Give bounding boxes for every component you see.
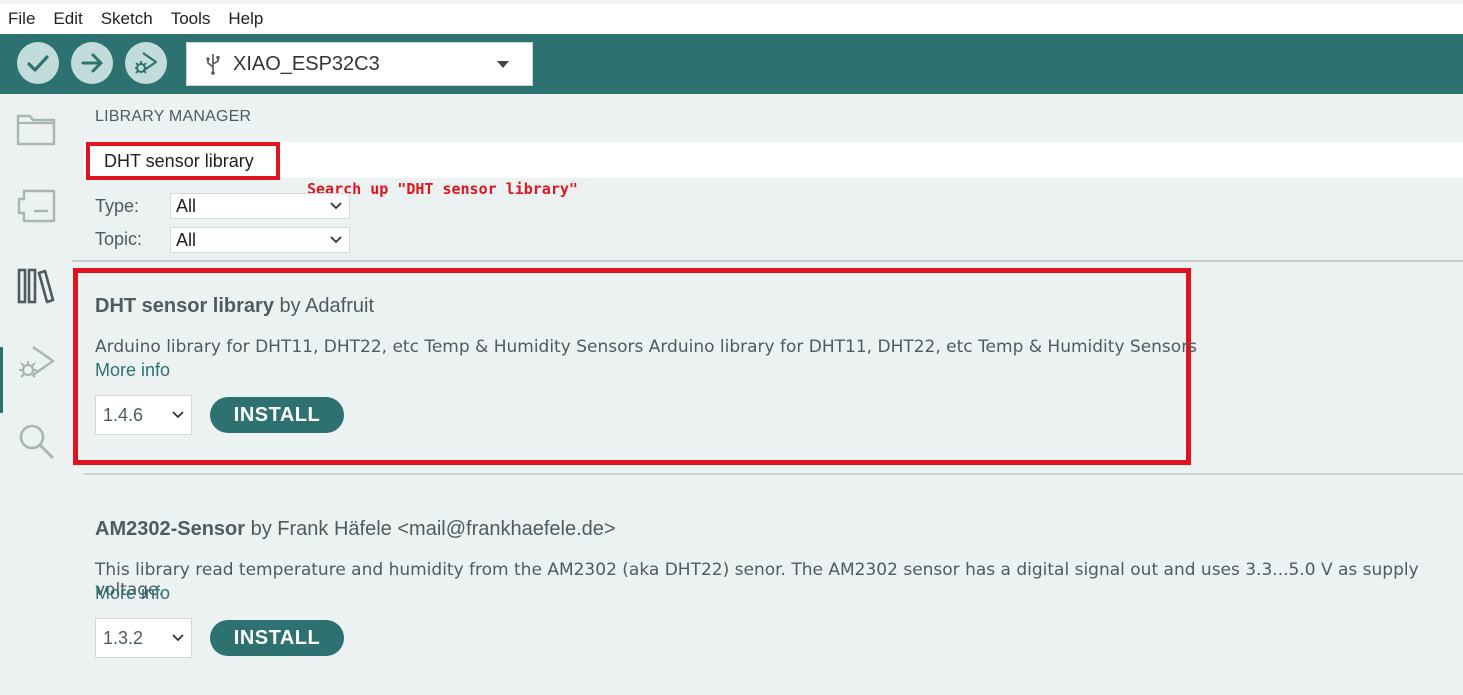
boards-manager-icon <box>17 189 56 223</box>
library-title: DHT sensor library by Adafruit <box>95 295 374 318</box>
library-author: by Adafruit <box>279 295 375 317</box>
sidebar-item-boards-manager[interactable] <box>14 184 58 228</box>
debug-icon <box>135 52 158 74</box>
folder-icon <box>16 114 56 146</box>
upload-button[interactable] <box>71 42 113 84</box>
verify-icon <box>27 55 49 72</box>
upload-icon <box>81 53 103 73</box>
version-value: 1.4.6 <box>103 405 144 425</box>
menu-sketch[interactable]: Sketch <box>92 5 162 33</box>
usb-icon <box>206 54 220 75</box>
sidebar-item-debug[interactable] <box>14 341 58 385</box>
sidebar-item-library-manager[interactable] <box>14 264 58 308</box>
version-select[interactable]: 1.4.6 <box>95 395 192 435</box>
menu-edit[interactable]: Edit <box>44 5 91 33</box>
sidebar-item-search[interactable] <box>14 419 58 463</box>
list-divider <box>72 260 1463 262</box>
library-author: by Frank Häfele <mail@frankhaefele.de> <box>250 518 616 540</box>
version-select[interactable]: 1.3.2 <box>95 618 192 658</box>
chevron-down-icon <box>330 202 342 210</box>
panel-title: LIBRARY MANAGER <box>95 108 252 125</box>
library-manager-panel: LIBRARY MANAGER DHT sensor library Searc… <box>72 94 1463 695</box>
chevron-down-icon <box>172 634 184 642</box>
toolbar: XIAO_ESP32C3 <box>0 34 1463 94</box>
board-name: XIAO_ESP32C3 <box>233 52 380 75</box>
debug-icon <box>19 346 55 378</box>
board-selector[interactable]: XIAO_ESP32C3 <box>186 42 533 86</box>
search-icon <box>19 424 54 459</box>
topic-filter-select[interactable]: All <box>170 227 350 253</box>
sidebar-active-indicator <box>0 347 3 413</box>
version-value: 1.3.2 <box>103 628 144 648</box>
library-description: Arduino library for DHT11, DHT22, etc Te… <box>95 337 1198 357</box>
search-bar <box>84 142 1463 178</box>
menu-tools[interactable]: Tools <box>162 5 220 33</box>
topic-filter-label: Topic: <box>95 229 143 249</box>
verify-button[interactable] <box>17 42 59 84</box>
library-description: This library read temperature and humidi… <box>95 560 1419 600</box>
sidebar <box>0 94 72 695</box>
sidebar-item-sketchbook[interactable] <box>14 107 58 151</box>
topic-filter-value: All <box>176 230 197 250</box>
search-input[interactable]: DHT sensor library <box>86 142 280 180</box>
menu-help[interactable]: Help <box>219 5 272 33</box>
type-filter-label: Type: <box>95 196 140 216</box>
type-filter-select[interactable]: All <box>170 193 350 219</box>
library-name: AM2302-Sensor <box>95 518 246 540</box>
install-button[interactable]: INSTALL <box>210 397 344 433</box>
menu-file[interactable]: File <box>0 5 44 33</box>
list-divider <box>84 473 1463 475</box>
chevron-down-icon <box>330 236 342 244</box>
menu-bar: File Edit Sketch Tools Help <box>0 0 1463 34</box>
library-manager-icon <box>17 268 55 304</box>
more-info-link[interactable]: More info <box>95 360 170 381</box>
install-button[interactable]: INSTALL <box>210 620 344 656</box>
library-name: DHT sensor library <box>95 295 274 317</box>
type-filter-value: All <box>176 196 197 216</box>
more-info-link[interactable]: More info <box>95 583 170 604</box>
chevron-down-icon <box>172 411 184 419</box>
debug-button[interactable] <box>125 42 167 84</box>
caret-down-icon <box>497 61 509 68</box>
library-title: AM2302-Sensor by Frank Häfele <mail@fran… <box>95 518 616 541</box>
